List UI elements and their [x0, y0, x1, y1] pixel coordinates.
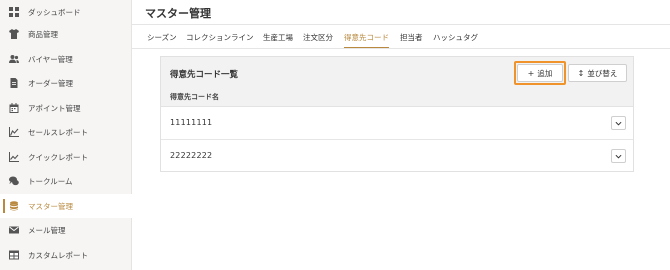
sidebar-item-label: トークルーム — [28, 176, 73, 186]
tab-customer-code[interactable]: 得意先コード — [344, 33, 389, 49]
panel-title: 得意先コード一覧 — [170, 70, 239, 80]
sidebar-item-label: 商品管理 — [28, 29, 58, 39]
line-chart-icon — [9, 152, 19, 162]
page-title: マスター管理 — [145, 7, 211, 20]
customer-code-value: 22222222 — [170, 151, 213, 160]
sort-button[interactable]: ↕ 並び替え — [568, 64, 627, 82]
tab-staff[interactable]: 担当者 — [400, 33, 423, 49]
sidebar-item-label: アポイント管理 — [28, 103, 81, 113]
sidebar-item-label: オーダー管理 — [28, 78, 73, 88]
tab-factory[interactable]: 生産工場 — [263, 33, 293, 49]
sidebar-item-label: バイヤー管理 — [28, 54, 73, 64]
sidebar-item-master[interactable]: マスター管理 — [0, 194, 132, 218]
sidebar-item-custom-report[interactable]: カスタムレポート — [0, 243, 132, 267]
sidebar-item-label: クイックレポート — [28, 152, 88, 162]
sort-button-label: 並び替え — [587, 68, 618, 78]
chevron-down-icon — [615, 121, 622, 126]
tabs-divider — [132, 48, 670, 49]
sidebar-item-products[interactable]: 商品管理 — [0, 22, 132, 46]
header-divider — [132, 24, 670, 25]
row-dropdown-button[interactable] — [611, 149, 626, 163]
sidebar-item-label: セールスレポート — [28, 127, 88, 137]
mail-icon — [9, 225, 19, 235]
tab-season[interactable]: シーズン — [147, 33, 177, 49]
dashboard-icon — [9, 7, 19, 17]
area-chart-icon — [9, 127, 19, 137]
table-icon — [9, 250, 19, 260]
tab-collection-line[interactable]: コレクションライン — [186, 33, 254, 49]
chat-icon — [9, 176, 19, 186]
add-button[interactable]: + 追加 — [517, 64, 563, 82]
tab-order-type[interactable]: 注文区分 — [303, 33, 333, 49]
sidebar-item-label: カスタムレポート — [28, 250, 88, 260]
sidebar-item-mail[interactable]: メール管理 — [0, 218, 132, 242]
sidebar-item-label: マスター管理 — [28, 201, 73, 211]
tab-hashtag[interactable]: ハッシュタグ — [433, 33, 478, 49]
sidebar-item-label: ダッシュボード — [28, 7, 81, 17]
sidebar-item-talk-room[interactable]: トークルーム — [0, 169, 132, 193]
document-icon — [9, 78, 19, 88]
customer-code-panel: 得意先コード一覧 + 追加 ↕ 並び替え 得意先コード名 11111111 22… — [160, 56, 634, 172]
sidebar-item-buyers[interactable]: バイヤー管理 — [0, 47, 132, 71]
users-icon — [9, 54, 19, 64]
table-row: 22222222 — [161, 140, 633, 173]
panel-header: 得意先コード一覧 + 追加 ↕ 並び替え 得意先コード名 — [161, 57, 633, 107]
plus-icon: + — [527, 68, 535, 78]
sidebar-item-quick-report[interactable]: クイックレポート — [0, 145, 132, 169]
calendar-icon — [9, 103, 19, 113]
sidebar-item-orders[interactable]: オーダー管理 — [0, 71, 132, 95]
chevron-down-icon — [615, 154, 622, 159]
sidebar: ダッシュボード 商品管理 バイヤー管理 オーダー管理 アポイント管理 セールスレ… — [0, 0, 132, 270]
sidebar-item-dashboard[interactable]: ダッシュボード — [0, 0, 132, 24]
sidebar-item-appointments[interactable]: アポイント管理 — [0, 96, 132, 120]
sidebar-item-sales-report[interactable]: セールスレポート — [0, 120, 132, 144]
database-icon — [9, 201, 19, 211]
column-header-customer-code-name: 得意先コード名 — [170, 93, 219, 101]
sort-arrows-icon: ↕ — [577, 68, 585, 78]
customer-code-value: 11111111 — [170, 118, 213, 127]
table-row: 11111111 — [161, 107, 633, 140]
tshirt-icon — [9, 29, 19, 39]
sidebar-item-label: メール管理 — [28, 225, 66, 235]
row-dropdown-button[interactable] — [611, 116, 626, 130]
add-button-label: 追加 — [537, 68, 553, 78]
